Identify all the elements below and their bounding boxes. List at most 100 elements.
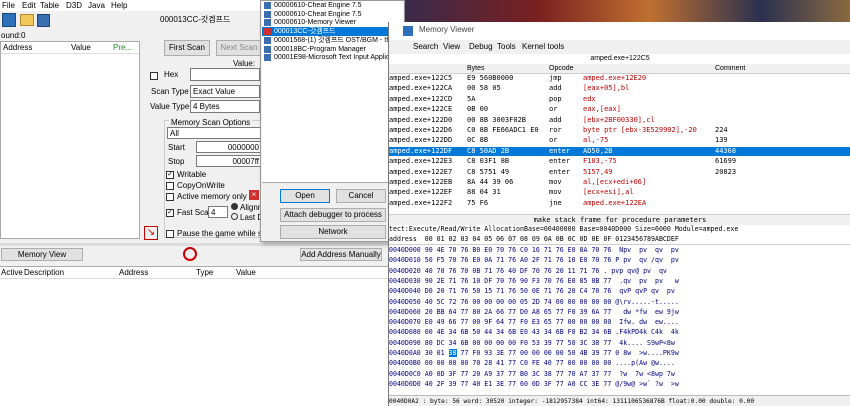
process-item[interactable]: 00001568-(1) 갓겜프드 OST/BGM - 비: [262, 36, 402, 45]
stop-input[interactable]: 00007ff: [196, 155, 262, 167]
hex-row[interactable]: 0040D0C0 A0 0D 3F 77 20 A9 37 77 B0 3C 3…: [389, 370, 850, 380]
save-icon[interactable]: [37, 14, 50, 27]
menu-view[interactable]: View: [443, 41, 460, 53]
col-bytes[interactable]: Bytes: [467, 64, 485, 74]
col-comment[interactable]: Comment: [715, 64, 745, 74]
disasm-row[interactable]: amped.exe+122D0 00 8B 3003F02B add [ebx+2BF…: [389, 116, 850, 126]
disasm-row[interactable]: amped.exe+122CA 00 58 05 add [eax+05],bl: [389, 84, 850, 94]
hex-row[interactable]: 0040D070 E0 49 66 77 00 9F 64 77 F0 E3 6…: [389, 318, 850, 328]
process-icon: [264, 54, 271, 62]
col-description[interactable]: Description: [24, 267, 64, 279]
disasm-opcode: ror: [549, 126, 562, 134]
col-value[interactable]: Value: [71, 42, 91, 54]
disasm-bytes: E9 560B0000: [467, 74, 514, 82]
process-item[interactable]: 00000610-Cheat Engine 7.5: [262, 10, 402, 19]
splitter[interactable]: [0, 243, 388, 246]
menu-search[interactable]: Search: [413, 41, 438, 53]
disasm-opcode: enter: [549, 146, 571, 155]
hex-row[interactable]: 0040D040 D0 20 71 76 50 15 71 76 50 0E 7…: [389, 287, 850, 297]
hex-row[interactable]: 0040D0B0 00 00 00 00 70 28 41 77 C0 FE 4…: [389, 359, 850, 369]
no-entry-icon[interactable]: [183, 247, 197, 261]
disasm-row[interactable]: amped.exe+122EF 88 04 31 mov [ecx+esi],al: [389, 188, 850, 198]
scan-results-list[interactable]: Address Value Pre...: [0, 41, 140, 239]
menu-table[interactable]: Table: [40, 0, 59, 11]
cancel-button[interactable]: Cancel: [336, 189, 386, 203]
menu-debug[interactable]: Debug: [469, 41, 493, 53]
highlighted-byte[interactable]: 38: [448, 349, 457, 357]
attach-debugger-button[interactable]: Attach debugger to process: [280, 208, 386, 222]
hex-row[interactable]: 0040D020 40 70 76 70 0B 71 76 40 DF 70 7…: [389, 267, 850, 277]
fast-scan-input[interactable]: 4: [208, 206, 228, 218]
open-process-icon[interactable]: [2, 13, 16, 27]
fast-scan-checkbox[interactable]: ✓ Fast Scan: [166, 208, 213, 218]
hex-row[interactable]: 0040D030 90 2E 71 76 10 DF 70 76 90 F3 7…: [389, 277, 850, 287]
open-button[interactable]: Open: [280, 189, 330, 203]
copyonwrite-checkbox[interactable]: CopyOnWrite: [166, 181, 225, 191]
value-label: Value:: [233, 59, 256, 68]
menu-edit[interactable]: Edit: [22, 0, 36, 11]
hex-row[interactable]: 0040D080 00 4E 34 6B 50 44 34 6B E0 43 3…: [389, 328, 850, 338]
process-item[interactable]: 000013CC-갓겜프드: [262, 27, 402, 37]
network-button[interactable]: Network: [280, 225, 386, 239]
disasm-row[interactable]: amped.exe+122DF C8 50AD 2B enter AD50,2B 443…: [389, 146, 850, 157]
col-opcode[interactable]: Opcode: [549, 64, 574, 74]
process-item[interactable]: 00000610-Cheat Engine 7.5: [262, 1, 402, 10]
memory-view-button[interactable]: Memory View: [1, 248, 83, 261]
process-name: 000018BC-Program Manager: [274, 45, 366, 53]
disasm-row[interactable]: amped.exe+122C5 E9 560B0000 jmp amped.exe+1…: [389, 74, 850, 84]
active-memory-checkbox[interactable]: Active memory only: [166, 192, 247, 202]
disassembler-view[interactable]: Bytes Opcode Comment amped.exe+122C5 E9 5…: [389, 64, 850, 214]
add-address-manually-button[interactable]: Add Address Manually: [300, 248, 382, 261]
disasm-row[interactable]: amped.exe+122CE 0B 00 or eax,[eax]: [389, 105, 850, 115]
hex-row[interactable]: 0040D0A0 30 01 38 77 F0 93 3E 77 00 00 0…: [389, 349, 850, 359]
scan-type-select[interactable]: Exact Value: [190, 85, 260, 98]
col-type[interactable]: Type: [196, 267, 213, 279]
disasm-row[interactable]: amped.exe+122E3 C8 03F1 8B enter F103,-75 61…: [389, 157, 850, 167]
process-item[interactable]: 000018BC-Program Manager: [262, 45, 402, 54]
menu-tools[interactable]: Tools: [497, 41, 516, 53]
open-file-icon[interactable]: [20, 14, 34, 26]
hex-row[interactable]: 0040D010 50 F5 70 76 E0 0A 71 76 A0 2F 7…: [389, 256, 850, 266]
writable-checkbox[interactable]: ✓ Writable: [166, 170, 206, 180]
disasm-row[interactable]: amped.exe+122CD 5A pop edx: [389, 95, 850, 105]
value-type-select[interactable]: 4 Bytes: [190, 100, 260, 113]
hex-row[interactable]: 0040D0D0 40 2F 39 77 40 E1 3E 77 60 0D 3…: [389, 380, 850, 390]
hex-row[interactable]: 0040D090 80 DC 34 6B 00 00 00 00 F0 53 3…: [389, 339, 850, 349]
memory-region-select[interactable]: All: [167, 127, 262, 139]
value-input[interactable]: [190, 68, 260, 81]
col-active[interactable]: Active: [1, 267, 23, 279]
disasm-bytes: 88 04 31: [467, 188, 501, 197]
hex-row[interactable]: 0040D050 40 5C 72 76 00 00 00 00 05 2D 7…: [389, 298, 850, 308]
last-digits-radio[interactable]: Last D: [231, 213, 263, 223]
menu-file[interactable]: File: [2, 0, 15, 11]
col-previous[interactable]: Pre...: [113, 42, 132, 54]
menu-d3d[interactable]: D3D: [66, 0, 82, 11]
disasm-row[interactable]: amped.exe+122E7 C8 5751 49 enter 5157,49 208…: [389, 168, 850, 178]
col-table-address[interactable]: Address: [119, 267, 148, 279]
pause-checkbox[interactable]: Pause the game while scan: [166, 229, 275, 239]
disasm-row[interactable]: amped.exe+122F2 75 F6 jne amped.exe+122EA: [389, 199, 850, 209]
disasm-row[interactable]: amped.exe+122D6 C0 8B FE66ADC1 E0 ror byte …: [389, 126, 850, 136]
col-table-value[interactable]: Value: [236, 267, 256, 279]
disasm-comment: 61699: [715, 157, 737, 166]
hex-checkbox[interactable]: [150, 71, 161, 80]
first-scan-button[interactable]: First Scan: [164, 40, 210, 56]
process-item[interactable]: 00001E98-Microsoft Text Input Applica: [262, 53, 402, 62]
address-bar[interactable]: amped.exe+122C5: [389, 54, 850, 64]
menu-help[interactable]: Help: [111, 0, 127, 11]
disasm-row[interactable]: amped.exe+122DD 0C 8B or al,-75 139: [389, 136, 850, 146]
hex-row[interactable]: 0040D000 90 4E 70 76 B0 E0 70 76 C0 16 7…: [389, 246, 850, 256]
hex-view[interactable]: tect:Execute/Read/Write AllocationBase=0…: [389, 225, 850, 395]
process-item[interactable]: 00000610-Memory Viewer: [262, 18, 402, 27]
menu-java[interactable]: Java: [88, 0, 105, 11]
close-x-icon[interactable]: ×: [249, 190, 259, 200]
scan-type-label: Scan Type: [151, 87, 189, 96]
menu-kernel-tools[interactable]: Kernel tools: [522, 41, 564, 53]
col-address[interactable]: Address: [3, 42, 32, 54]
start-input[interactable]: 0000000: [196, 141, 262, 153]
disasm-row[interactable]: amped.exe+122EB 8A 44 39 06 mov al,[ecx+edi…: [389, 178, 850, 188]
pointer-arrow-icon[interactable]: ↘: [144, 226, 158, 240]
next-scan-button[interactable]: Next Scan: [216, 40, 262, 56]
address-table[interactable]: Active Description Address Type Value: [0, 266, 388, 406]
hex-row[interactable]: 0040D060 20 BB 64 77 80 2A 66 77 D0 A8 6…: [389, 308, 850, 318]
